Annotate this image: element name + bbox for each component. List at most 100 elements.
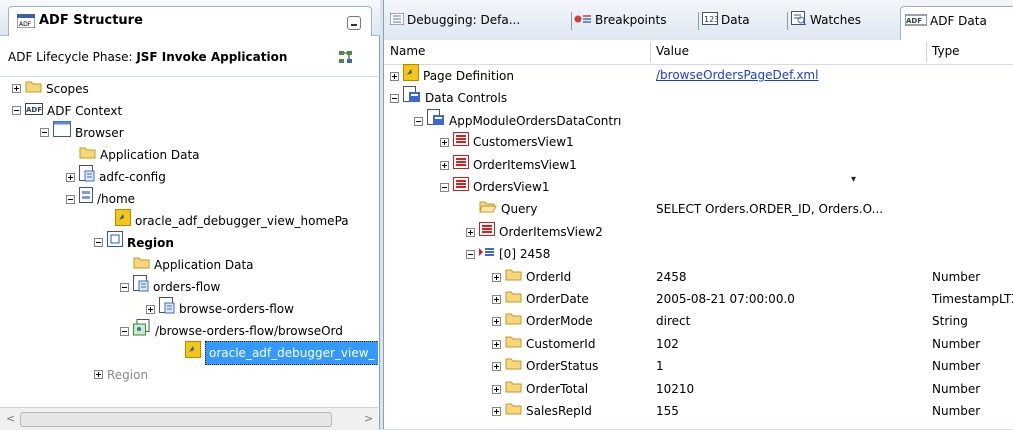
minimize-button[interactable] bbox=[347, 16, 361, 30]
tree-node[interactable]: Scopes bbox=[12, 77, 89, 99]
tab-data[interactable]: 123 Data bbox=[702, 6, 750, 34]
data-row[interactable]: CustomerId 102 Number bbox=[384, 333, 1013, 356]
tree-node[interactable]: ADF ADF Context bbox=[12, 99, 122, 121]
data-row[interactable]: OrderDate 2005-08-21 07:00:00.0 TimestampL… bbox=[384, 288, 1013, 311]
expand-icon[interactable] bbox=[492, 407, 501, 416]
svg-text:123: 123 bbox=[704, 15, 718, 24]
row-value: SELECT Orders.ORDER_ID, Orders.O... bbox=[656, 202, 884, 217]
folder-icon bbox=[505, 288, 522, 311]
data-row[interactable]: OrdersView1 bbox=[384, 176, 1013, 199]
row-name: OrderId bbox=[526, 269, 572, 284]
row-name: OrderStatus bbox=[526, 359, 599, 374]
collapse-icon[interactable] bbox=[12, 106, 21, 115]
expand-icon[interactable] bbox=[492, 295, 501, 304]
expand-icon[interactable] bbox=[492, 384, 501, 394]
data-row[interactable]: Query SELECT Orders.ORDER_ID, Orders.O... bbox=[384, 198, 1013, 221]
tree-node[interactable]: /browse-orders-flow/browseOrd bbox=[120, 319, 343, 341]
row-value: 102 bbox=[656, 336, 679, 351]
horizontal-scrollbar[interactable]: < > bbox=[0, 407, 378, 430]
tab-adf-data[interactable]: ADF ADF Data bbox=[900, 6, 1013, 41]
tab-watches[interactable]: Watches bbox=[791, 6, 861, 34]
tab-adf-structure[interactable]: ADF ADF Structure bbox=[8, 6, 372, 36]
collapse-icon[interactable] bbox=[66, 194, 75, 204]
open-folder-icon bbox=[479, 198, 497, 221]
tree-node[interactable]: Region bbox=[94, 231, 174, 253]
scrollbar-thumb[interactable] bbox=[20, 412, 332, 427]
collapse-icon[interactable] bbox=[414, 116, 423, 126]
tab-debugging[interactable]: Debugging: Defa... bbox=[389, 6, 520, 34]
collapse-icon[interactable] bbox=[120, 282, 129, 292]
data-row[interactable]: AppModuleOrdersDataContrı bbox=[384, 108, 1013, 132]
expand-icon[interactable] bbox=[466, 227, 475, 237]
expand-icon[interactable] bbox=[492, 272, 501, 282]
tree-node[interactable]: /home bbox=[66, 187, 135, 209]
data-row[interactable]: OrderMode direct String bbox=[384, 310, 1013, 333]
data-row[interactable]: OrderId 2458 Number bbox=[384, 266, 1013, 289]
data-row[interactable]: OrderItemsView1 bbox=[384, 154, 1013, 177]
column-name-header[interactable]: Name bbox=[390, 44, 425, 58]
tree-node-label: adfc-config bbox=[99, 170, 166, 184]
expand-icon[interactable] bbox=[66, 172, 75, 182]
row-value: direct bbox=[656, 314, 691, 329]
collapse-icon[interactable] bbox=[390, 94, 399, 104]
data-row[interactable]: OrderItemsView2 bbox=[384, 221, 1013, 244]
tree-node[interactable]: adfc-config bbox=[66, 165, 166, 187]
tree-node[interactable]: oracle_adf_debugger_view_homePa bbox=[102, 209, 349, 231]
folder-icon bbox=[25, 78, 42, 100]
adf-data-icon: ADF bbox=[904, 8, 928, 36]
data-row[interactable]: CustomersView1 bbox=[384, 131, 1013, 154]
tree-node[interactable]: Application Data bbox=[66, 143, 200, 165]
tree-node[interactable]: browse-orders-flow bbox=[146, 297, 294, 319]
expand-icon[interactable] bbox=[440, 160, 449, 170]
expand-icon[interactable] bbox=[390, 72, 399, 81]
row-type: Number bbox=[932, 359, 981, 374]
column-value-header[interactable]: Value bbox=[656, 44, 689, 58]
row-name: Query bbox=[501, 202, 538, 217]
data-row[interactable]: Page Definition/browseOrdersPageDef.xml bbox=[384, 64, 1013, 87]
svg-text:ADF: ADF bbox=[26, 106, 42, 114]
expand-icon[interactable] bbox=[492, 339, 501, 349]
tree-node-label: orders-flow bbox=[153, 280, 221, 294]
data-row[interactable]: Data Controls bbox=[384, 86, 1013, 109]
expand-icon[interactable] bbox=[94, 370, 103, 379]
tab-breakpoints[interactable]: Breakpoints bbox=[574, 6, 666, 34]
collapse-icon[interactable] bbox=[40, 128, 49, 137]
row-name: CustomersView1 bbox=[473, 135, 574, 150]
row-value[interactable]: /browseOrdersPageDef.xml bbox=[656, 64, 818, 87]
data-row[interactable]: OrderTotal 10210 Number bbox=[384, 378, 1013, 401]
collapse-icon[interactable] bbox=[466, 250, 475, 260]
tree-node[interactable]: oracle_adf_debugger_view_ bbox=[172, 341, 378, 365]
data-row[interactable]: [0] 2458 bbox=[384, 243, 1013, 266]
row-name: OrdersView1 bbox=[473, 180, 550, 194]
lifecycle-phase-value: JSF Invoke Application bbox=[136, 50, 288, 64]
tree-node[interactable]: Browser bbox=[40, 121, 124, 143]
column-type-header[interactable]: Type bbox=[932, 44, 960, 58]
scroll-left-icon[interactable]: < bbox=[6, 412, 15, 425]
expand-icon[interactable] bbox=[492, 362, 501, 372]
expand-icon[interactable] bbox=[440, 138, 449, 148]
tree-node-label: browse-orders-flow bbox=[179, 302, 294, 316]
row-name: CustomerId bbox=[526, 336, 596, 351]
row-name: AppModuleOrdersDataContrı bbox=[449, 113, 622, 128]
tree-node[interactable]: orders-flow bbox=[120, 275, 220, 297]
scroll-right-icon[interactable]: > bbox=[364, 412, 373, 425]
data-row[interactable]: OrderStatus 1 Number bbox=[384, 355, 1013, 378]
row-name: [0] 2458 bbox=[499, 247, 551, 262]
data-row[interactable]: SalesRepId 155 Number bbox=[384, 400, 1013, 423]
collapse-icon[interactable] bbox=[120, 326, 129, 336]
folder-icon bbox=[505, 355, 522, 378]
adf-structure-tree: Scopes ADF ADF Context Browser Application D… bbox=[0, 76, 378, 406]
expand-icon[interactable] bbox=[12, 84, 21, 93]
collapse-icon[interactable] bbox=[440, 183, 449, 192]
tree-node[interactable]: Region bbox=[94, 363, 148, 385]
lifecycle-diagram-icon[interactable] bbox=[338, 49, 354, 68]
debugger-tabbar: Debugging: Defa... Breakpoints 123 Data W… bbox=[384, 0, 1013, 41]
row-name: OrderItemsView1 bbox=[473, 157, 577, 172]
collapse-icon[interactable] bbox=[94, 238, 103, 247]
expand-icon[interactable] bbox=[492, 317, 501, 327]
page-definition-icon bbox=[185, 341, 201, 365]
tree-node[interactable]: Application Data bbox=[120, 253, 254, 275]
task-flow-icon bbox=[79, 165, 95, 189]
folder-icon bbox=[505, 310, 522, 333]
expand-icon[interactable] bbox=[146, 304, 155, 314]
